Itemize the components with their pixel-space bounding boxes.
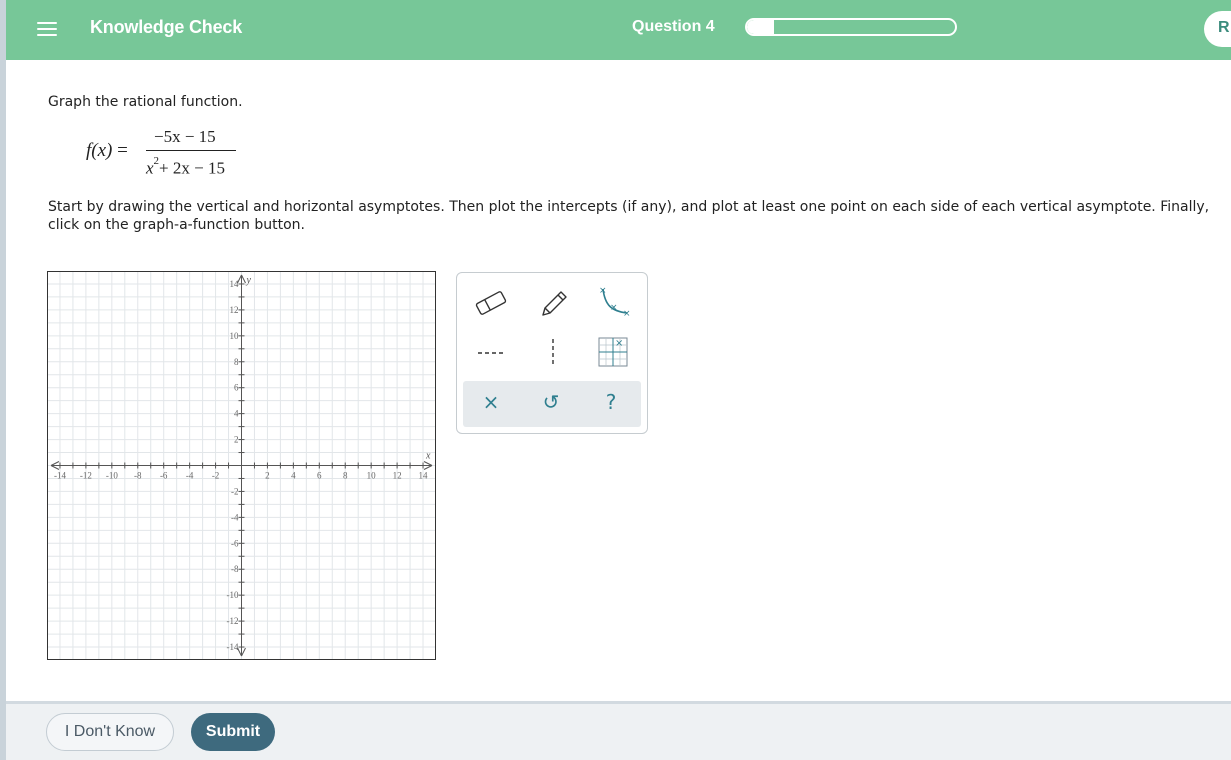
close-icon: × (482, 390, 500, 414)
y-tick-label: 14 (230, 279, 240, 289)
x-tick-label: 12 (393, 471, 402, 481)
x-tick-label: 2 (265, 471, 270, 481)
function-name: f(x) (86, 140, 113, 161)
help-icon: ? (605, 390, 617, 414)
graph-canvas[interactable]: -14 -12 -10 -8 -6 -4 -2 2 4 6 8 10 12 14 14 12 10 8 6 4 2 -2 -… (47, 271, 436, 660)
y-tick-label: -4 (231, 512, 239, 522)
problem-prompt: Graph the rational function. (48, 94, 243, 110)
y-tick-label: -14 (227, 642, 239, 652)
bottom-footer: I Don't Know Submit (6, 701, 1231, 760)
undo-button[interactable]: ↺ (533, 387, 569, 421)
top-header: Knowledge Check Question 4 R (6, 0, 1231, 60)
graph-function-icon: × (598, 337, 628, 367)
denominator-exponent: 2 (153, 155, 160, 167)
menu-button[interactable] (32, 14, 62, 44)
horizontal-asymptote-icon (478, 352, 504, 354)
rational-function-formula: f(x) = −5x − 15 x2+ 2x − 15 (84, 124, 264, 184)
horizontal-asymptote-tool-button[interactable] (471, 333, 511, 373)
left-edge-strip (0, 0, 6, 760)
pencil-icon (542, 291, 567, 316)
y-tick-label: 12 (230, 305, 239, 315)
denominator-rest: + 2x − 15 (159, 158, 225, 178)
svg-text:×: × (615, 338, 623, 349)
x-tick-label: 10 (367, 471, 377, 481)
dont-know-button[interactable]: I Don't Know (46, 713, 174, 751)
x-tick-label: 6 (317, 471, 322, 481)
toolbar-actions: × ↺ ? (463, 381, 641, 427)
question-label: Question 4 (632, 18, 715, 35)
pencil-tool-button[interactable] (533, 283, 573, 323)
y-tick-label: 10 (230, 331, 240, 341)
y-tick-label: 6 (234, 383, 239, 393)
help-button[interactable]: ? (593, 387, 629, 421)
vertical-asymptote-tool-button[interactable] (533, 333, 573, 373)
fraction-bar (146, 150, 236, 151)
x-tick-label: -6 (160, 471, 168, 481)
eraser-icon (475, 291, 507, 315)
formula-lhs: f(x) = (86, 140, 128, 162)
x-tick-label: -8 (134, 471, 142, 481)
x-tick-label: -2 (212, 471, 220, 481)
problem-instructions: Start by drawing the vertical and horizo… (48, 199, 1210, 233)
x-tick-label: -14 (54, 471, 66, 481)
clear-button[interactable]: × (473, 387, 509, 421)
x-tick-label: 8 (343, 471, 348, 481)
x-tick-label: -4 (186, 471, 194, 481)
svg-text:×: × (623, 309, 631, 319)
y-tick-label: -2 (231, 486, 239, 496)
eraser-tool-button[interactable] (471, 283, 511, 323)
x-axis-label: x (425, 451, 431, 462)
submit-button[interactable]: Submit (191, 713, 275, 751)
x-tick-label: -10 (106, 471, 118, 481)
svg-text:×: × (610, 303, 618, 313)
equals-sign: = (112, 140, 128, 161)
graph-toolbar: × × × × × ↺ ? (456, 272, 648, 434)
denominator-base: x (146, 158, 154, 178)
x-tick-label: 4 (291, 471, 296, 481)
progress-fill (747, 20, 775, 34)
x-tick-label: 14 (419, 471, 429, 481)
y-tick-label: -12 (227, 616, 239, 626)
y-tick-label: -8 (231, 564, 239, 574)
y-tick-label: -6 (231, 538, 239, 548)
vertical-asymptote-icon (552, 339, 554, 367)
y-tick-label: 4 (234, 409, 239, 419)
y-tick-label: -10 (227, 590, 239, 600)
y-tick-label: 8 (234, 357, 239, 367)
review-button[interactable]: R (1204, 11, 1231, 47)
menu-icon (37, 22, 57, 24)
rational-curve-icon: × × × (599, 286, 631, 319)
y-tick-label: 2 (234, 435, 239, 445)
svg-text:×: × (599, 286, 607, 296)
y-axis-label: y (246, 275, 252, 286)
menu-icon-bar (37, 28, 57, 30)
formula-numerator: −5x − 15 (154, 127, 216, 146)
rational-curve-tool-button[interactable]: × × × (593, 283, 633, 323)
menu-icon-bar (37, 34, 57, 36)
undo-icon: ↺ (542, 390, 560, 414)
app-title: Knowledge Check (90, 17, 243, 37)
formula-denominator: x2+ 2x − 15 (146, 155, 225, 179)
x-tick-label: -12 (80, 471, 92, 481)
progress-bar (745, 18, 957, 36)
graph-function-tool-button[interactable]: × (593, 333, 633, 373)
